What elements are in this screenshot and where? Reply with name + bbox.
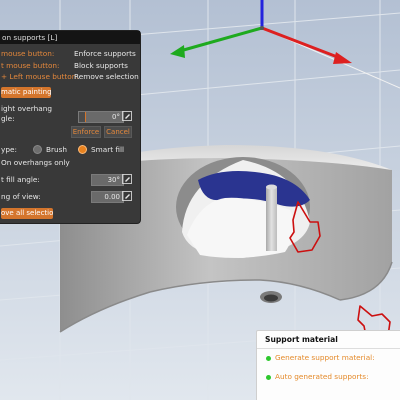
hint-action: Block supports [74, 61, 128, 70]
hint-row: + Left mouse button: Remove selection [0, 72, 139, 82]
hint-key: t mouse button: [1, 61, 60, 70]
divider [257, 348, 400, 349]
hint-row: t mouse button: Block supports [0, 61, 133, 71]
hint-row: mouse button: Enforce supports [0, 49, 136, 59]
support-material-panel: Support material Generate support materi… [256, 330, 400, 400]
hint-action: Enforce supports [74, 49, 136, 58]
generate-support-material-row[interactable]: Generate support material: [266, 353, 375, 362]
automatic-painting-button[interactable]: matic painting [1, 87, 51, 98]
smart-fill-angle-input[interactable]: 30° [91, 174, 124, 186]
status-dot-icon [266, 355, 271, 361]
auto-generated-supports-row[interactable]: Auto generated supports: [266, 372, 369, 381]
remove-all-selection-button[interactable]: ove all selection [1, 208, 53, 219]
smart-fill-radio[interactable] [78, 145, 87, 154]
tool-type-label: ype: [1, 145, 17, 154]
enforce-button[interactable]: Enforce [71, 126, 101, 138]
smart-fill-option-label: Smart fill [91, 145, 125, 154]
overhang-angle-input[interactable]: 0° [78, 111, 124, 123]
overhang-label: gle: [1, 114, 15, 123]
edit-icon[interactable] [122, 191, 132, 201]
clipping-of-view-label: ng of view: [1, 192, 41, 201]
smart-fill-angle-label: t fill angle: [1, 175, 40, 184]
center-post [266, 187, 277, 251]
edit-icon[interactable] [122, 111, 132, 121]
overhang-label: ight overhang [1, 104, 52, 113]
edit-icon[interactable] [122, 174, 132, 184]
brush-option-label: Brush [46, 145, 68, 154]
hint-action: Remove selection [74, 72, 139, 81]
on-overhangs-only-checkbox[interactable]: On overhangs only [1, 158, 70, 168]
status-dot-icon [266, 374, 271, 380]
brush-radio[interactable] [33, 145, 42, 154]
3d-viewport[interactable]: on supports [L] mouse button: Enforce su… [0, 0, 400, 400]
cancel-button[interactable]: Cancel [104, 126, 132, 138]
hint-key: + Left mouse button: [1, 72, 79, 81]
support-material-title: Support material [265, 335, 338, 344]
clipping-of-view-input[interactable]: 0.00 [91, 191, 124, 203]
hint-key: mouse button: [1, 49, 55, 58]
paint-supports-panel: on supports [L] mouse button: Enforce su… [0, 30, 141, 224]
panel-title: on supports [L] [0, 31, 140, 44]
